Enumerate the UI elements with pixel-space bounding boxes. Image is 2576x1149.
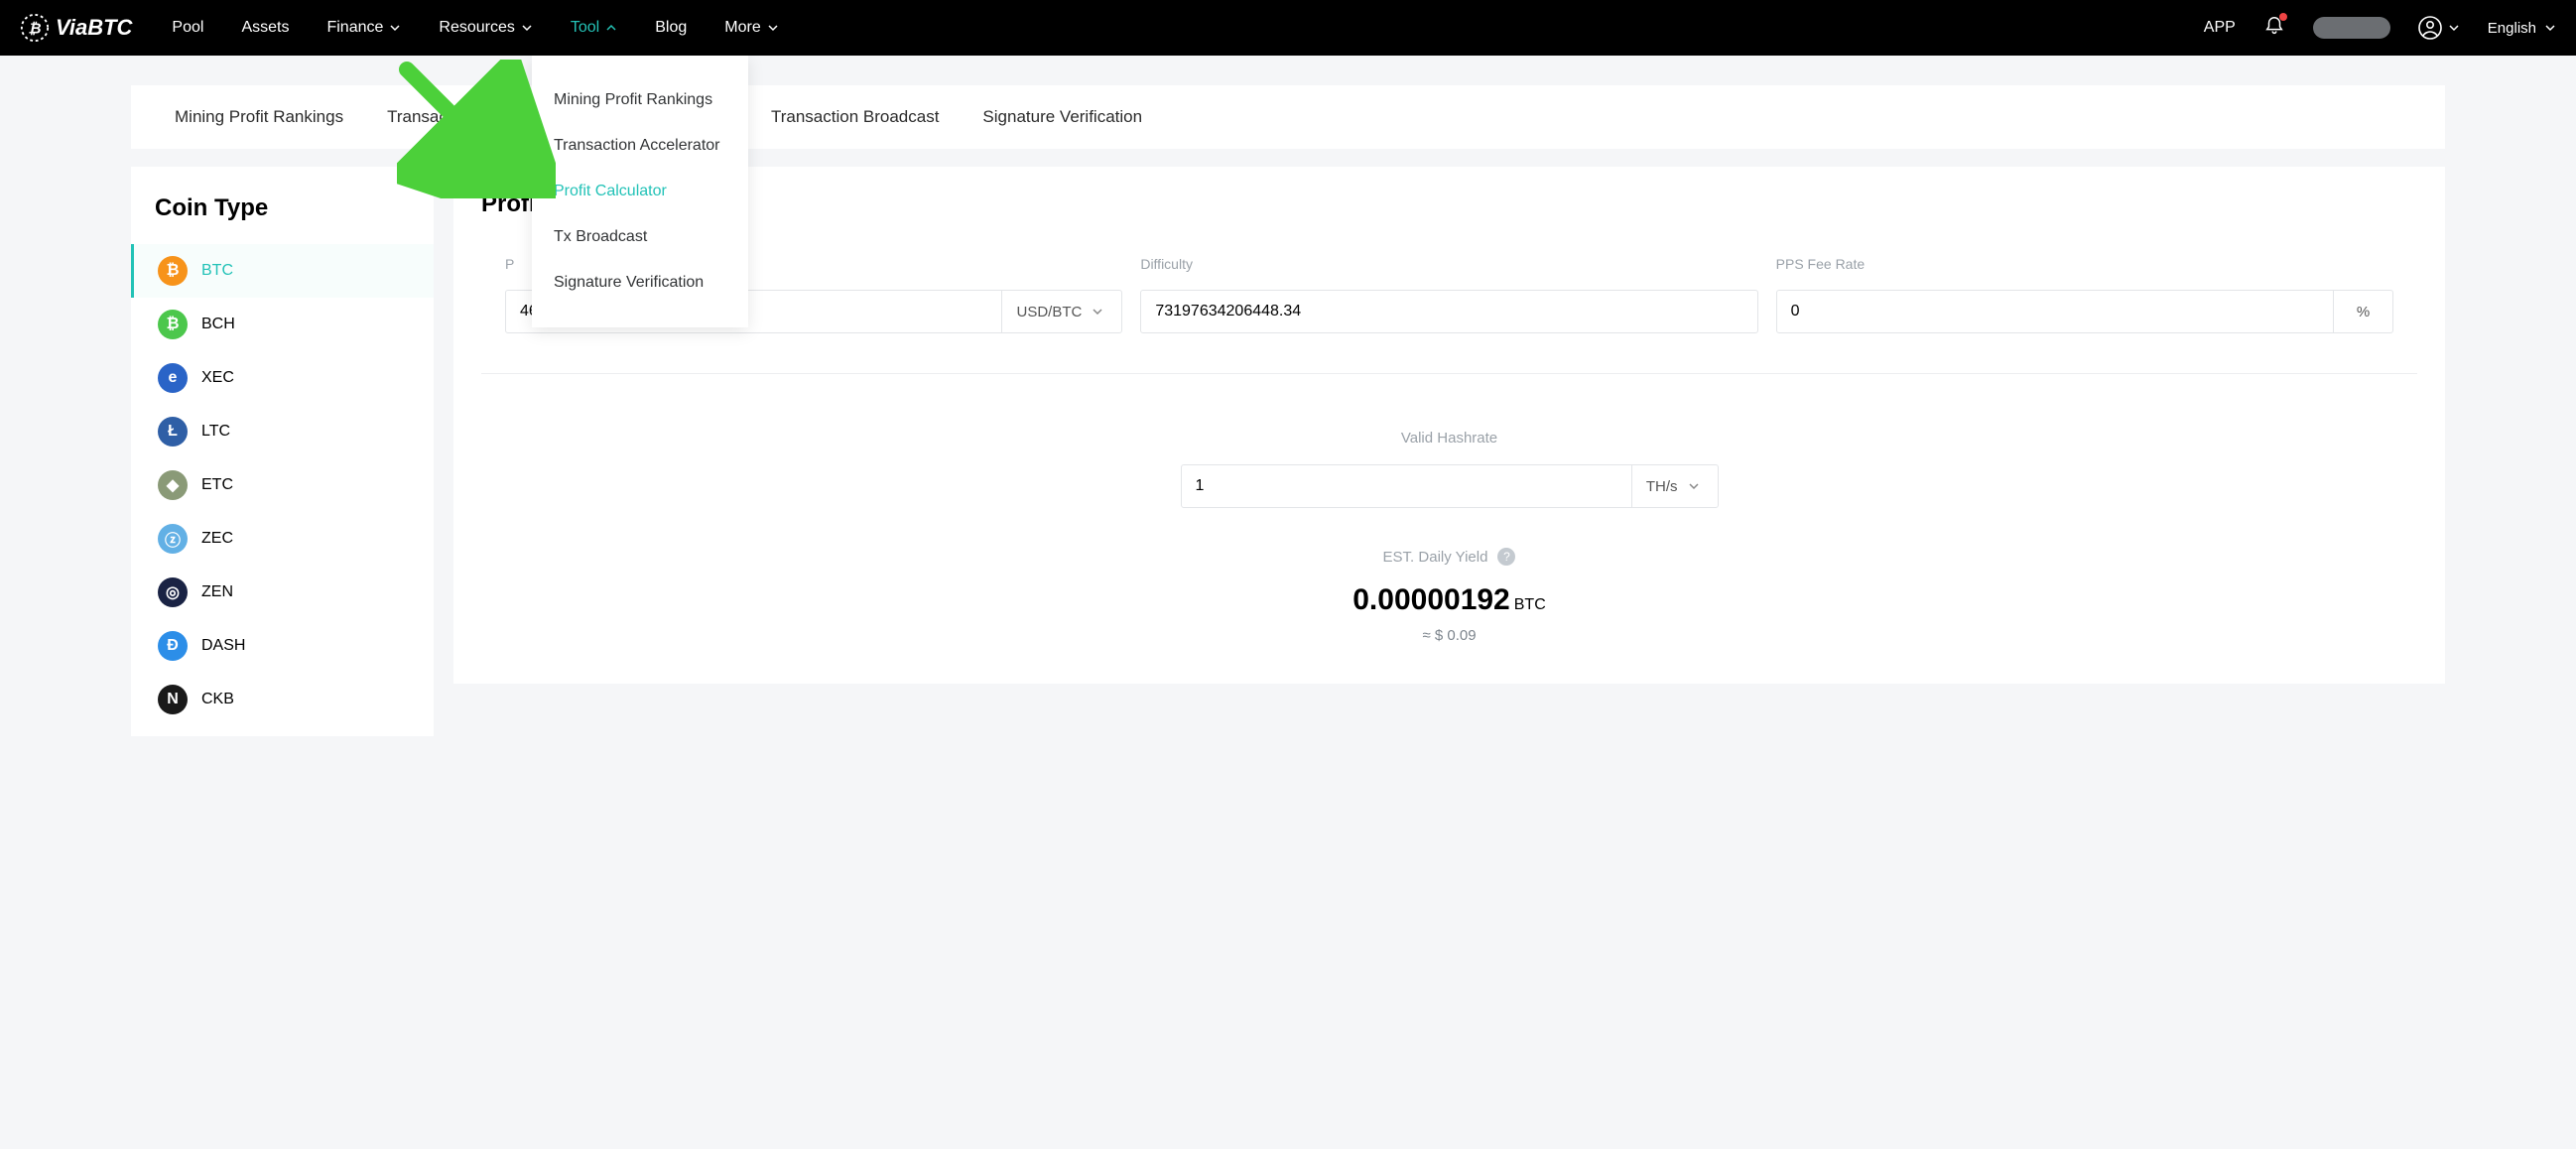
coin-item-bch[interactable]: ₿ BCH (131, 298, 434, 351)
user-menu[interactable] (2418, 16, 2460, 40)
notifications-button[interactable] (2263, 15, 2285, 42)
nav-assets[interactable]: Assets (241, 19, 289, 37)
help-icon[interactable]: ? (1497, 548, 1515, 566)
subnav: Mining Profit Rankings Transaction Accel… (131, 85, 2445, 149)
pps-fee-input[interactable] (1777, 291, 2333, 332)
difficulty-field: Difficulty (1140, 256, 1757, 333)
subnav-signature-verification[interactable]: Signature Verification (982, 107, 1142, 127)
profit-calculator-panel: Profit P USD/BTC Difficulty (453, 167, 2445, 684)
coin-icon: Ł (158, 417, 188, 447)
logo-icon: ₿ (20, 13, 50, 43)
chevron-down-icon (521, 22, 533, 34)
main-nav: Pool Assets Finance Resources Tool Blog … (172, 19, 778, 37)
coin-symbol: CKB (201, 691, 234, 708)
sidebar-title: Coin Type (131, 187, 434, 244)
coin-item-zec[interactable]: ⓩ ZEC (131, 512, 434, 566)
coin-icon: ₿ (158, 256, 188, 286)
dropdown-mining-profit-rankings[interactable]: Mining Profit Rankings (532, 77, 748, 123)
pps-unit: % (2333, 291, 2392, 332)
dropdown-transaction-accelerator[interactable]: Transaction Accelerator (532, 123, 748, 169)
nav-pool[interactable]: Pool (172, 19, 203, 37)
subnav-transaction-broadcast[interactable]: Transaction Broadcast (771, 107, 939, 127)
chevron-down-icon (2544, 22, 2556, 34)
chevron-down-icon (389, 22, 401, 34)
coin-symbol: BCH (201, 316, 235, 333)
coin-item-etc[interactable]: ◆ ETC (131, 458, 434, 512)
valid-hashrate-label: Valid Hashrate (481, 430, 2417, 447)
coin-symbol: ZEC (201, 530, 233, 548)
nav-blog[interactable]: Blog (655, 19, 687, 37)
coin-symbol: ZEN (201, 583, 233, 601)
chevron-down-icon (1092, 306, 1103, 318)
coin-symbol: LTC (201, 423, 230, 441)
chevron-up-icon (605, 22, 617, 34)
brand-logo[interactable]: ₿ ViaBTC (20, 13, 132, 43)
svg-text:₿: ₿ (28, 21, 41, 38)
app-link[interactable]: APP (2204, 19, 2236, 37)
panel-title: Profit (481, 191, 2417, 218)
chevron-down-icon (767, 22, 779, 34)
coin-item-zen[interactable]: ◎ ZEN (131, 566, 434, 619)
difficulty-label: Difficulty (1140, 256, 1757, 272)
yield-amount: 0.00000192BTC (481, 583, 2417, 617)
pps-fee-field: PPS Fee Rate % (1776, 256, 2393, 333)
subnav-mining-profit-rankings[interactable]: Mining Profit Rankings (175, 107, 343, 127)
language-selector[interactable]: English (2488, 20, 2556, 37)
tool-dropdown: Mining Profit Rankings Transaction Accel… (532, 56, 748, 327)
coin-symbol: ETC (201, 476, 233, 494)
topbar-right: APP English (2204, 15, 2556, 42)
coin-type-sidebar: Coin Type ₿ BTC ₿ BCH e XEC Ł LTC ◆ ETC ⓩ ZEC ◎ ZEN ĐD… (131, 167, 434, 736)
coin-item-btc[interactable]: ₿ BTC (131, 244, 434, 298)
dropdown-tx-broadcast[interactable]: Tx Broadcast (532, 214, 748, 260)
coin-item-dash[interactable]: Đ DASH (131, 619, 434, 673)
coin-icon: N (158, 685, 188, 714)
nav-more[interactable]: More (724, 19, 778, 37)
coin-symbol: DASH (201, 637, 245, 655)
coin-icon: Đ (158, 631, 188, 661)
est-daily-yield-label: EST. Daily Yield ? (481, 548, 2417, 566)
yield-approx: ≈ $ 0.09 (481, 627, 2417, 644)
coin-symbol: BTC (201, 262, 233, 280)
coin-item-ckb[interactable]: N CKB (131, 673, 434, 726)
dropdown-profit-calculator[interactable]: Profit Calculator (532, 169, 748, 214)
coin-icon: ⓩ (158, 524, 188, 554)
avatar-icon (2418, 16, 2442, 40)
nav-resources[interactable]: Resources (439, 19, 532, 37)
brand-text: ViaBTC (56, 15, 132, 41)
price-unit-select[interactable]: USD/BTC (1001, 291, 1121, 332)
chevron-down-icon (1688, 480, 1700, 492)
hashrate-unit-select[interactable]: TH/s (1631, 465, 1718, 507)
dropdown-signature-verification[interactable]: Signature Verification (532, 260, 748, 306)
difficulty-input[interactable] (1141, 291, 1756, 332)
chevron-down-icon (2448, 22, 2460, 34)
coin-icon: ◎ (158, 577, 188, 607)
account-pill[interactable] (2313, 17, 2390, 39)
coin-icon: ◆ (158, 470, 188, 500)
top-navbar: ₿ ViaBTC Pool Assets Finance Resources T… (0, 0, 2576, 56)
pps-fee-label: PPS Fee Rate (1776, 256, 2393, 272)
notification-dot (2279, 13, 2287, 21)
nav-finance[interactable]: Finance (326, 19, 401, 37)
hashrate-input[interactable] (1182, 465, 1631, 507)
coin-item-ltc[interactable]: Ł LTC (131, 405, 434, 458)
nav-tool[interactable]: Tool (571, 19, 617, 37)
coin-item-xec[interactable]: e XEC (131, 351, 434, 405)
coin-icon: ₿ (158, 310, 188, 339)
coin-symbol: XEC (201, 369, 234, 387)
coin-icon: e (158, 363, 188, 393)
